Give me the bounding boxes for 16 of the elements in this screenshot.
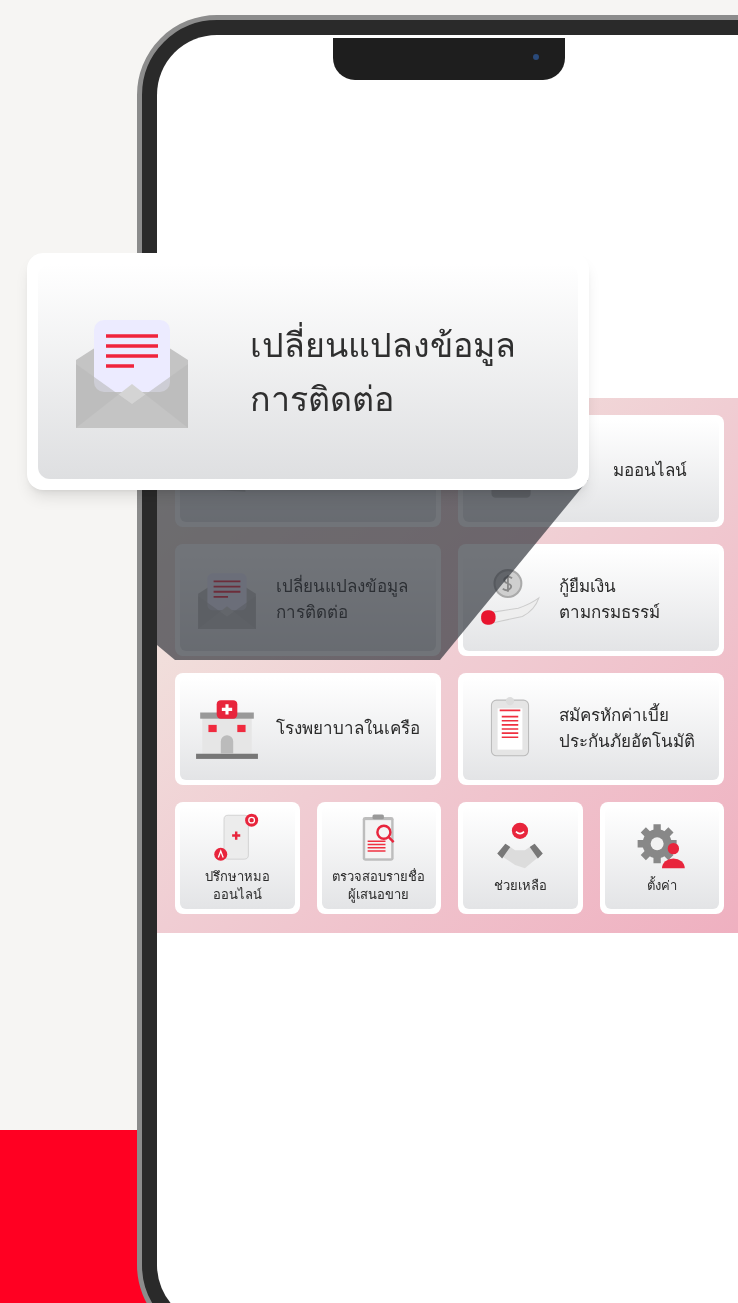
menu-label: สมัครหักค่าเบี้ย ประกันภัยอัตโนมัติ [559, 703, 695, 755]
menu-label: กู้ยืมเงิน ตามกรมธรรม์ [559, 576, 660, 624]
menu-label: ตรวจสอบรายชื่อ ผู้เสนอขาย [332, 868, 426, 904]
menu-card[interactable]: กู้ยืมเงิน ตามกรมธรรม์ [458, 544, 724, 656]
menu-label: เปลี่ยนแปลงข้อมูล การติดต่อ [276, 574, 408, 626]
menu-label: ปรึกษาหมอ ออนไลน์ [204, 868, 270, 904]
menu-card[interactable]: สมัครหักค่าเบี้ย ประกันภัยอัตโนมัติ [458, 673, 724, 785]
menu-card[interactable]: ช่วยเหลือ [458, 802, 583, 914]
menu-label: ช่วยเหลือ [493, 877, 547, 895]
menu-card[interactable]: ตรวจสอบรายชื่อ ผู้เสนอขาย [316, 802, 441, 914]
menu-label: มออนไลน์ [613, 459, 687, 482]
menu-card[interactable]: ตั้งค่า [599, 802, 724, 914]
menu-card[interactable]: โรงพยาบาลในเครือ [175, 673, 441, 785]
menu-label: โรงพยาบาลในเครือ [276, 717, 420, 740]
menu-label: ตั้งค่า [646, 877, 677, 895]
menu-card[interactable]: ปรึกษาหมอ ออนไลน์ [175, 802, 300, 914]
